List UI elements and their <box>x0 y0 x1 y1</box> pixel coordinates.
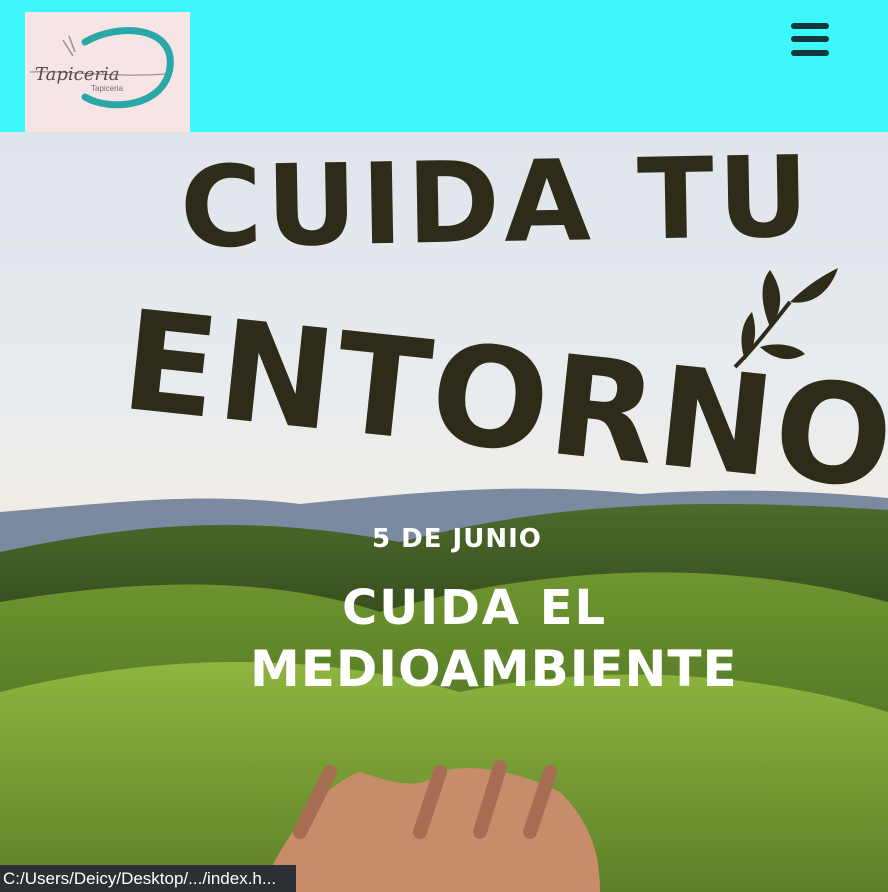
logo[interactable]: Tapiceria Tapiceria <box>25 12 190 132</box>
headline-line-1: Cuida tu <box>178 132 814 274</box>
hamburger-menu-icon[interactable] <box>788 20 832 60</box>
event-date: 5 de junio <box>372 524 542 554</box>
hero-banner: Cuida tu entorno 5 de junio Cuida el med… <box>0 132 888 892</box>
menu-bar-top <box>791 23 829 29</box>
menu-bar-middle <box>791 36 829 42</box>
logo-text: Tapiceria <box>35 64 120 85</box>
logo-subtext: Tapiceria <box>91 84 124 93</box>
subheading-line-1: Cuida el <box>342 580 608 636</box>
browser-status-url: C:/Users/Deicy/Desktop/.../index.h... <box>0 865 296 892</box>
subheading-line-2: medioambiente <box>250 640 738 698</box>
menu-bar-bottom <box>791 50 829 56</box>
site-header: Tapiceria Tapiceria <box>0 0 888 132</box>
